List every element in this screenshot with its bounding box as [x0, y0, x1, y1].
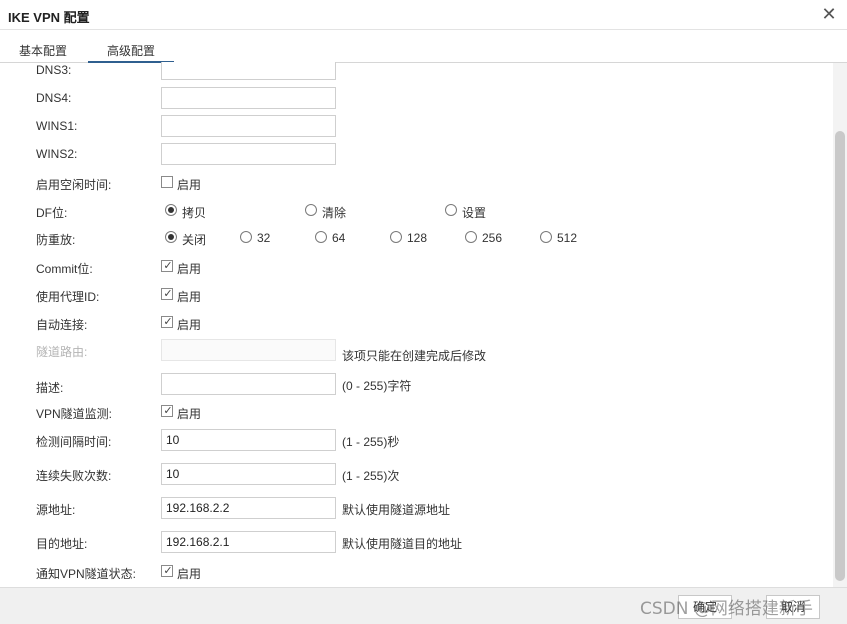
close-icon[interactable]: ✕: [821, 5, 837, 23]
radio-circle: [540, 231, 552, 243]
anti-replay-label: 防重放:: [36, 233, 76, 247]
df-radio-copy-label: 拷贝: [182, 206, 207, 220]
tunnel-route-hint: 该项只能在创建完成后修改: [342, 349, 487, 363]
auto-connect-checkbox-label: 启用: [177, 318, 202, 332]
checkbox-box: ✓: [161, 288, 173, 300]
row-dns3: DNS3:: [0, 62, 830, 80]
radio-circle: [240, 231, 252, 243]
checkbox-box: ✓: [161, 565, 173, 577]
check-interval-input[interactable]: [161, 429, 336, 451]
checkmark-icon: ✓: [163, 288, 173, 300]
row-vpn-monitor: VPN隧道监测: ✓ 启用: [0, 401, 830, 425]
dns3-input[interactable]: [161, 62, 336, 80]
use-proxy-id-checkbox-label: 启用: [177, 290, 202, 304]
wins2-label: WINS2:: [36, 147, 78, 161]
row-notify-state: 通知VPN隧道状态: ✓ 启用: [0, 561, 830, 585]
destination-address-hint: 默认使用隧道目的地址: [342, 537, 463, 551]
dialog-titlebar: IKE VPN 配置 ✕: [0, 0, 847, 30]
description-hint: (0 - 255)字符: [342, 379, 412, 393]
commit-bit-label: Commit位:: [36, 262, 93, 276]
row-wins1: WINS1:: [0, 115, 830, 139]
checkmark-icon: ✓: [163, 565, 173, 577]
row-idle-time: 启用空闲时间: 启用: [0, 172, 830, 196]
description-input[interactable]: [161, 373, 336, 395]
wins2-input[interactable]: [161, 143, 336, 165]
use-proxy-id-label: 使用代理ID:: [36, 290, 100, 304]
auto-connect-label: 自动连接:: [36, 318, 88, 332]
check-interval-hint: (1 - 255)秒: [342, 435, 400, 449]
row-wins2: WINS2:: [0, 143, 830, 167]
wins1-label: WINS1:: [36, 119, 78, 133]
checkmark-icon: ✓: [163, 405, 173, 417]
row-fail-count: 连续失败次数: (1 - 255)次: [0, 463, 830, 487]
df-radio-clear-label: 清除: [322, 206, 347, 220]
wins1-input[interactable]: [161, 115, 336, 137]
idle-time-checkbox-label: 启用: [177, 178, 202, 192]
anti-replay-radio-off-label: 关闭: [182, 233, 207, 247]
notify-state-checkbox-label: 启用: [177, 567, 202, 581]
destination-address-input[interactable]: [161, 531, 336, 553]
tab-basic-config[interactable]: 基本配置: [8, 42, 78, 63]
anti-replay-radio-128-label: 128: [407, 231, 428, 245]
check-interval-label: 检测间隔时间:: [36, 435, 112, 449]
row-auto-connect: 自动连接: ✓ 启用: [0, 312, 830, 336]
idle-time-label: 启用空闲时间:: [36, 178, 112, 192]
row-description: 描述: (0 - 255)字符: [0, 373, 830, 397]
radio-circle: [165, 204, 177, 216]
tunnel-route-label: 隧道路由:: [36, 345, 88, 359]
anti-replay-radio-64-label: 64: [332, 231, 346, 245]
anti-replay-radio-256-label: 256: [482, 231, 503, 245]
vertical-scrollbar[interactable]: [833, 63, 847, 587]
df-bit-label: DF位:: [36, 206, 68, 220]
vpn-monitor-checkbox-label: 启用: [177, 407, 202, 421]
dns4-input[interactable]: [161, 87, 336, 109]
checkmark-icon: ✓: [163, 260, 173, 272]
row-tunnel-route: 隧道路由: 该项只能在创建完成后修改: [0, 339, 830, 363]
anti-replay-radio-512-label: 512: [557, 231, 578, 245]
row-dns4: DNS4:: [0, 87, 830, 111]
checkbox-box: ✓: [161, 316, 173, 328]
checkbox-box: ✓: [161, 260, 173, 272]
commit-bit-checkbox-label: 启用: [177, 262, 202, 276]
row-use-proxy-id: 使用代理ID: ✓ 启用: [0, 284, 830, 308]
fail-count-hint: (1 - 255)次: [342, 469, 400, 483]
source-address-label: 源地址:: [36, 503, 76, 517]
row-check-interval: 检测间隔时间: (1 - 255)秒: [0, 429, 830, 453]
fail-count-label: 连续失败次数:: [36, 469, 112, 483]
tab-bar: 基本配置 高级配置: [0, 30, 847, 63]
tunnel-route-input: [161, 339, 336, 361]
radio-selected-dot: [168, 207, 174, 213]
radio-circle: [445, 204, 457, 216]
radio-selected-dot: [168, 234, 174, 240]
vpn-monitor-label: VPN隧道监测:: [36, 407, 113, 421]
checkbox-box: [161, 176, 173, 188]
dns4-label: DNS4:: [36, 91, 72, 105]
destination-address-label: 目的地址:: [36, 537, 88, 551]
row-anti-replay: 防重放: 关闭 32 64 128 256 512: [0, 227, 830, 251]
checkmark-icon: ✓: [163, 316, 173, 328]
fail-count-input[interactable]: [161, 463, 336, 485]
notify-state-label: 通知VPN隧道状态:: [36, 567, 137, 581]
dialog-title: IKE VPN 配置: [8, 10, 90, 25]
row-commit-bit: Commit位: ✓ 启用: [0, 256, 830, 280]
dns3-label: DNS3:: [36, 63, 72, 77]
scrollbar-thumb[interactable]: [835, 131, 845, 581]
radio-circle: [465, 231, 477, 243]
watermark: CSDN @网络搭建新手: [640, 599, 813, 619]
anti-replay-radio-32-label: 32: [257, 231, 271, 245]
row-df-bit: DF位: 拷贝 清除 设置: [0, 200, 830, 224]
radio-circle: [305, 204, 317, 216]
radio-circle: [315, 231, 327, 243]
radio-circle: [165, 231, 177, 243]
radio-circle: [390, 231, 402, 243]
source-address-input[interactable]: [161, 497, 336, 519]
checkbox-box: ✓: [161, 405, 173, 417]
df-radio-set-label: 设置: [462, 206, 487, 220]
description-label: 描述:: [36, 381, 64, 395]
tab-advanced-config[interactable]: 高级配置: [88, 42, 174, 63]
row-source-address: 源地址: 默认使用隧道源地址: [0, 497, 830, 521]
source-address-hint: 默认使用隧道源地址: [342, 503, 451, 517]
row-destination-address: 目的地址: 默认使用隧道目的地址: [0, 531, 830, 555]
